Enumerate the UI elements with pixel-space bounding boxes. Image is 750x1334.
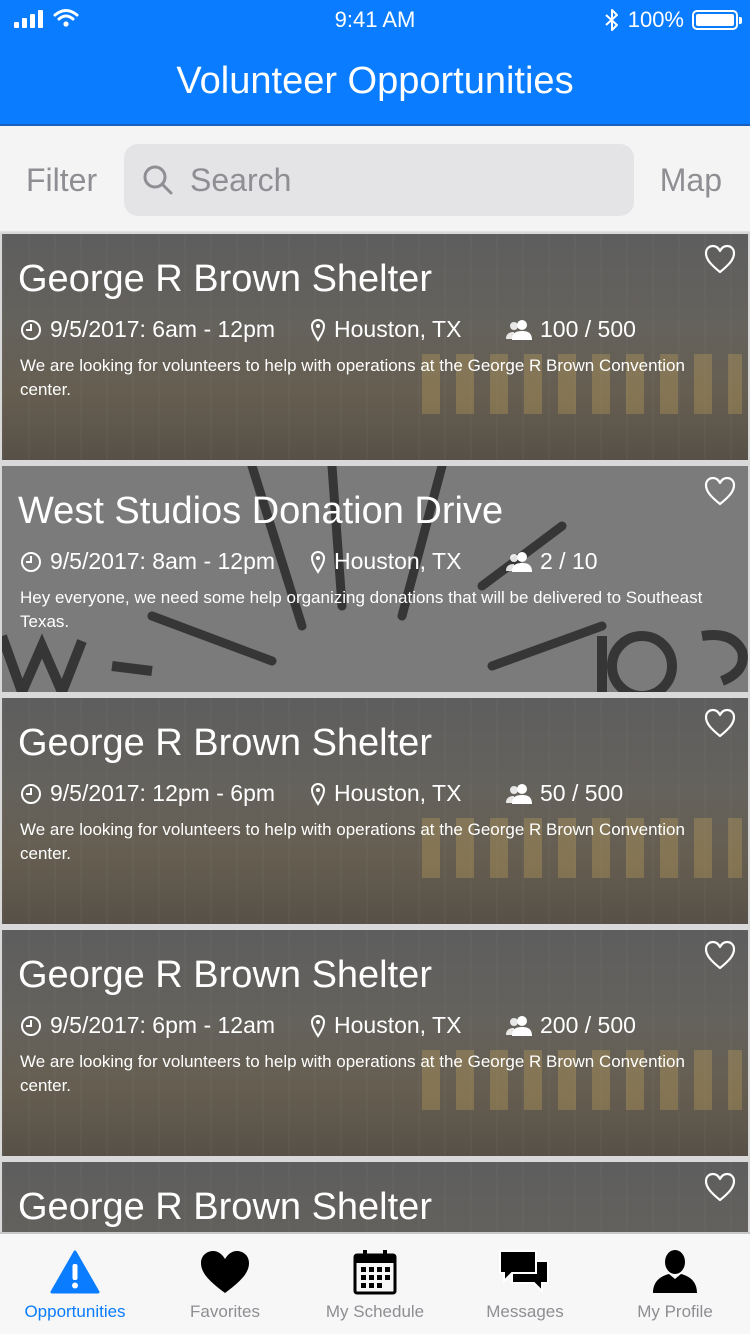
card-capacity: 50 / 500 (506, 780, 623, 807)
card-location-text: Houston, TX (334, 548, 462, 574)
card-description: We are looking for volunteers to help wi… (20, 1052, 685, 1095)
card-capacity: 100 / 500 (506, 316, 636, 343)
clock-icon (21, 319, 41, 340)
person-icon (653, 1250, 697, 1293)
card-description: We are looking for volunteers to help wi… (20, 820, 685, 863)
people-icon (506, 551, 532, 572)
card-location-text: Houston, TX (334, 780, 462, 806)
card-location-text: Houston, TX (334, 316, 462, 342)
card-description: Hey everyone, we need some help organizi… (20, 588, 703, 631)
tab-favorites[interactable]: Favorites (150, 1234, 300, 1334)
card-capacity-text: 200 / 500 (540, 1012, 636, 1038)
location-pin-icon (310, 782, 326, 806)
card-title: West Studios Donation Drive (18, 490, 504, 532)
tab-label: My Schedule (325, 1302, 425, 1321)
card-location: Houston, TX (310, 780, 461, 807)
clock-icon (21, 783, 41, 804)
search-box[interactable] (124, 144, 634, 216)
status-bar: 9:41 AM 100% (0, 0, 750, 40)
card-datetime: 9/5/2017: 6am - 12pm (20, 316, 275, 343)
chat-icon (499, 1250, 549, 1294)
opportunity-card[interactable]: West Studios Donation Drive 9/5/2017: 8a… (2, 466, 748, 692)
people-icon (506, 783, 532, 804)
card-description: We are looking for volunteers to help wi… (20, 356, 685, 399)
page-title: Volunteer Opportunities (176, 60, 574, 102)
battery-percent: 100% (627, 7, 684, 32)
card-capacity: 2 / 10 (506, 548, 598, 575)
card-location: Houston, TX (310, 316, 461, 343)
card-datetime: 9/5/2017: 12pm - 6pm (20, 780, 275, 807)
nav-bar: Volunteer Opportunities (0, 40, 750, 126)
card-datetime-text: 9/5/2017: 6am - 12pm (50, 316, 276, 342)
card-location-text: Houston, TX (334, 1012, 462, 1038)
opportunity-card[interactable]: George R Brown Shelter 9/5/2017: 6am - 1… (2, 234, 748, 460)
tab-label: My Profile (637, 1302, 713, 1321)
card-datetime-text: 9/5/2017: 12pm - 6pm (50, 780, 276, 806)
tab-my-schedule[interactable]: My Schedule (300, 1234, 450, 1334)
tab-my-profile[interactable]: My Profile (600, 1234, 750, 1334)
card-datetime-text: 9/5/2017: 6pm - 12am (50, 1012, 276, 1038)
location-pin-icon (310, 550, 326, 574)
opportunity-card[interactable]: George R Brown Shelter 9/5/2017: 6pm - 1… (2, 930, 748, 1156)
opportunity-list[interactable]: George R Brown Shelter 9/5/2017: 6am - 1… (0, 232, 750, 1232)
search-input[interactable] (190, 158, 610, 202)
tab-label: Opportunities (24, 1302, 126, 1321)
people-icon (506, 319, 532, 340)
filter-button[interactable]: Filter (26, 162, 97, 199)
tab-messages[interactable]: Messages (450, 1234, 600, 1334)
card-title: George R Brown Shelter (18, 258, 432, 300)
clock-icon (21, 551, 41, 572)
card-location: Houston, TX (310, 1012, 461, 1039)
favorite-heart-icon[interactable] (704, 1172, 736, 1202)
location-pin-icon (310, 318, 326, 342)
opportunity-card[interactable]: George R Brown Shelter (2, 1162, 748, 1232)
tab-bar: Opportunities Favorites My Schedule Mess… (0, 1232, 750, 1334)
heart-icon (201, 1251, 249, 1293)
calendar-icon (353, 1250, 397, 1295)
card-location: Houston, TX (310, 548, 461, 575)
clock-icon (21, 1015, 41, 1036)
card-capacity-text: 2 / 10 (540, 548, 598, 574)
tab-opportunities[interactable]: Opportunities (0, 1234, 150, 1334)
people-icon (506, 1015, 532, 1036)
card-title: George R Brown Shelter (18, 1186, 432, 1228)
favorite-heart-icon[interactable] (704, 476, 736, 506)
card-capacity: 200 / 500 (506, 1012, 636, 1039)
opportunity-card[interactable]: George R Brown Shelter 9/5/2017: 12pm - … (2, 698, 748, 924)
bluetooth-icon (605, 9, 618, 31)
card-capacity-text: 100 / 500 (540, 316, 636, 342)
warning-icon (50, 1250, 100, 1294)
search-icon (143, 165, 173, 195)
status-right: 100% (604, 7, 742, 33)
search-row: Filter Map (0, 126, 750, 232)
location-pin-icon (310, 1014, 326, 1038)
card-datetime: 9/5/2017: 8am - 12pm (20, 548, 275, 575)
card-title: George R Brown Shelter (18, 954, 432, 996)
tab-label: Favorites (190, 1302, 260, 1321)
card-datetime: 9/5/2017: 6pm - 12am (20, 1012, 275, 1039)
card-title: George R Brown Shelter (18, 722, 432, 764)
favorite-heart-icon[interactable] (704, 244, 736, 274)
tab-label: Messages (486, 1302, 564, 1321)
favorite-heart-icon[interactable] (704, 940, 736, 970)
battery-icon (692, 10, 742, 30)
favorite-heart-icon[interactable] (704, 708, 736, 738)
card-datetime-text: 9/5/2017: 8am - 12pm (50, 548, 276, 574)
card-capacity-text: 50 / 500 (540, 780, 624, 806)
map-button[interactable]: Map (660, 162, 722, 199)
